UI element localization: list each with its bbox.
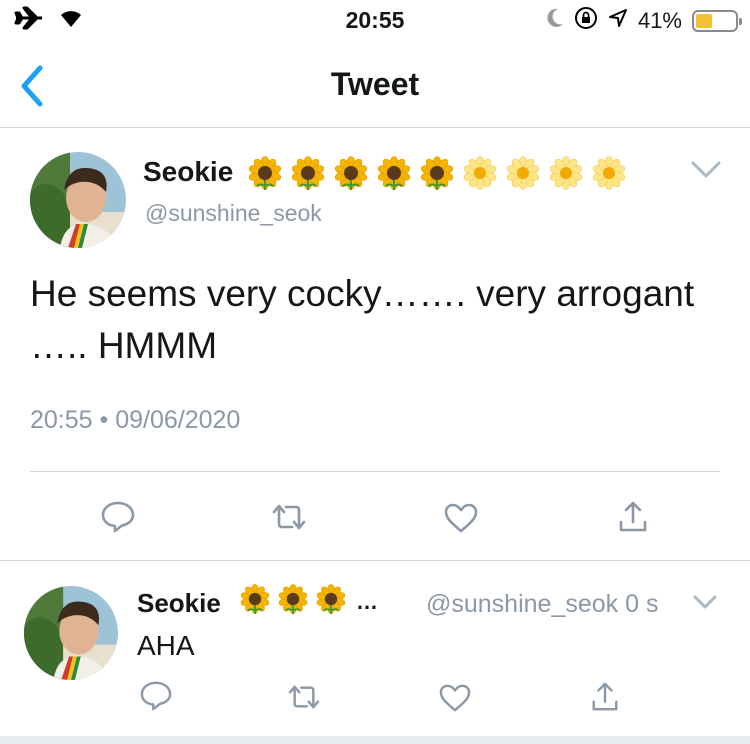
sunflower-emoji-icon xyxy=(377,156,411,195)
sunflower-emoji-icon xyxy=(278,584,308,619)
retweet-button[interactable] xyxy=(270,502,308,537)
page-title: Tweet xyxy=(330,66,420,102)
blossom-emoji-icon xyxy=(592,156,626,195)
avatar[interactable] xyxy=(30,152,126,248)
reply-text: AHA xyxy=(137,630,195,661)
sunflower-emoji-icon xyxy=(240,584,270,619)
like-button[interactable] xyxy=(443,502,479,539)
sunflower-emoji-icon xyxy=(248,156,282,195)
sunflower-emoji-icon xyxy=(420,156,454,195)
share-icon xyxy=(590,682,620,717)
location-icon xyxy=(608,8,628,34)
battery-tip xyxy=(739,18,742,25)
retweet-button[interactable] xyxy=(286,683,322,716)
bottom-strip xyxy=(0,736,750,744)
blossom-emoji-icon xyxy=(506,156,540,195)
share-button[interactable] xyxy=(617,500,649,539)
share-icon xyxy=(617,501,649,538)
divider xyxy=(0,560,750,561)
sunflower-emoji-icon xyxy=(291,156,325,195)
status-bar: 20:55 41% xyxy=(0,0,750,40)
name-truncation-ellipsis: … xyxy=(356,588,378,614)
tweet-timestamp: 20:55 • 09/06/2020 xyxy=(30,406,241,434)
reply-handle-time[interactable]: @sunshine_seok 0 s xyxy=(426,590,658,619)
share-button[interactable] xyxy=(590,681,620,718)
tweet-text: He seems very cocky……. very arrogant …..… xyxy=(30,273,695,366)
chevron-down-icon xyxy=(692,595,718,614)
rotation-lock-icon xyxy=(574,6,598,36)
display-name[interactable]: Seokie xyxy=(143,156,233,188)
reply-button[interactable] xyxy=(100,500,136,539)
reply-icon xyxy=(139,681,173,716)
blossom-emoji-icon xyxy=(463,156,497,195)
like-icon xyxy=(438,684,472,717)
chevron-down-icon xyxy=(690,161,722,184)
user-handle[interactable]: @sunshine_seok xyxy=(145,200,322,227)
more-options-button[interactable] xyxy=(690,160,722,180)
nav-bar: Tweet xyxy=(0,40,750,128)
battery-percent: 41% xyxy=(637,8,682,33)
sunflower-emoji-icon xyxy=(334,156,368,195)
like-icon xyxy=(443,503,479,538)
retweet-icon xyxy=(286,685,322,715)
sunflower-emoji-icon xyxy=(316,584,346,619)
reply-icon xyxy=(100,501,136,538)
name-emoji-row xyxy=(248,156,626,195)
like-button[interactable] xyxy=(438,683,472,718)
reply-emoji-row: … xyxy=(240,584,378,619)
avatar[interactable] xyxy=(24,586,118,680)
status-right: 41% xyxy=(546,6,742,36)
blossom-emoji-icon xyxy=(549,156,583,195)
battery-icon xyxy=(692,10,742,32)
battery-level xyxy=(696,14,712,28)
reply-more-options-button[interactable] xyxy=(692,594,718,610)
retweet-icon xyxy=(270,504,308,536)
reply-button[interactable] xyxy=(139,680,173,717)
moon-icon xyxy=(546,8,564,34)
reply-display-name[interactable]: Seokie xyxy=(137,588,221,619)
divider xyxy=(30,471,720,472)
